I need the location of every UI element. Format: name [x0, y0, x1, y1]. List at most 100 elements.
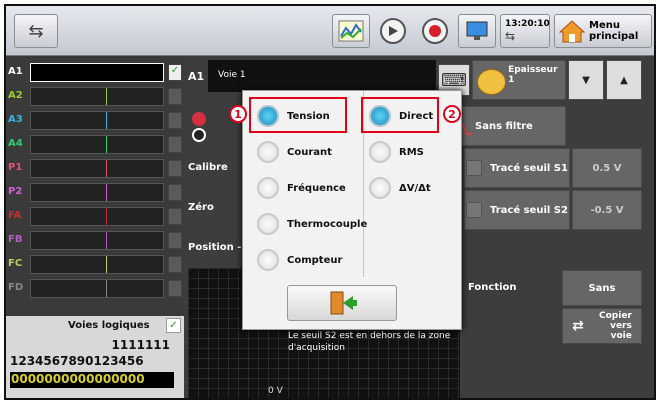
logic-channels-panel[interactable]: Voies logiques ✓ 1111111 123456789012345…: [6, 316, 184, 398]
channel-row-fc[interactable]: FC: [6, 253, 184, 276]
channel-label: P2: [8, 186, 23, 197]
channel-preview: [30, 231, 164, 250]
channel-row-a2[interactable]: A2: [6, 85, 184, 108]
channel-preview: [30, 87, 164, 106]
channel-checkbox[interactable]: [168, 232, 182, 249]
logic-row-3: 0000000000000000: [10, 372, 174, 388]
channel-row-fd[interactable]: FD: [6, 277, 184, 300]
channel-checkbox[interactable]: [168, 256, 182, 273]
threshold-s2-label: Tracé seuil S2: [490, 204, 568, 216]
channel-checkbox[interactable]: [168, 88, 182, 105]
record-icon: [429, 25, 441, 37]
copy-to-channel-button[interactable]: ⇄ Copier vers voie: [562, 308, 642, 344]
channel-checkbox[interactable]: [168, 160, 182, 177]
coupling-option-rms[interactable]: RMS: [369, 137, 424, 167]
threshold-s1-value[interactable]: 0.5 V: [572, 148, 642, 188]
channel-preview: [30, 183, 164, 202]
channel-checkbox[interactable]: [168, 280, 182, 297]
logic-title: Voies logiques: [68, 320, 150, 331]
channel-checkbox[interactable]: [168, 112, 182, 129]
clock-panel: 13:20:10 ⇆: [500, 14, 550, 48]
warning-text: Le seuil S2 est en dehors de la zone d'a…: [288, 331, 451, 353]
threshold-s1-toggle[interactable]: Tracé seuil S1: [464, 148, 570, 188]
channel-name-field[interactable]: Voie 1: [208, 60, 436, 92]
channel-checkbox[interactable]: ✓: [168, 64, 182, 81]
thickness-label: Epaisseur 1: [508, 65, 558, 85]
channel-checkbox[interactable]: [168, 136, 182, 153]
logic-checkbox[interactable]: ✓: [166, 318, 181, 333]
coupling-option-dvdt[interactable]: ΔV/Δt: [369, 173, 431, 203]
channel-row-p2[interactable]: P2: [6, 181, 184, 204]
channel-label: A1: [8, 66, 23, 77]
thickness-button[interactable]: Epaisseur 1: [472, 60, 566, 100]
filter-button[interactable]: Sans filtre: [446, 106, 566, 146]
threshold-s2-value[interactable]: -0.5 V: [572, 190, 642, 230]
channel-label: A2: [8, 90, 23, 101]
keyboard-icon: ⌨: [441, 69, 467, 91]
arrow-up-icon: ▲: [620, 74, 628, 86]
threshold-s2-toggle[interactable]: Tracé seuil S2: [464, 190, 570, 230]
radio-icon: [257, 213, 279, 235]
channel-preview: [30, 111, 164, 130]
channel-preview: [30, 255, 164, 274]
annotation-marker-1: 1: [229, 105, 247, 123]
chart-view-button[interactable]: [332, 14, 370, 48]
app-window: ⇆ 13:20:10 ⇆ Menu principal A1 ✓ A2 A3 A…: [4, 4, 656, 400]
annotation-marker-2: 2: [443, 105, 461, 123]
selected-channel: A1: [188, 70, 205, 83]
channel-checkbox[interactable]: [168, 208, 182, 225]
highlight-direct: [361, 97, 439, 133]
channel-preview: [30, 135, 164, 154]
probe-icon: [192, 112, 206, 126]
threshold-s1-value-text: 0.5 V: [592, 162, 622, 174]
radio-icon: [369, 177, 391, 199]
ground-icon: [192, 128, 206, 142]
chart-icon: [338, 20, 364, 42]
channel-list: A1 ✓ A2 A3 A4 P1 P2 FA FB FC FD Voies lo…: [6, 56, 184, 398]
record-button[interactable]: [416, 14, 454, 48]
copy-icon: ⇄: [572, 318, 584, 334]
channel-preview: [30, 279, 164, 298]
usb-status-button[interactable]: ⇆: [14, 14, 58, 48]
usb-icon: ⇆: [28, 20, 44, 42]
clock-time: 13:20:10: [505, 19, 550, 29]
channel-row-a1[interactable]: A1 ✓: [6, 61, 184, 84]
channel-row-a4[interactable]: A4: [6, 133, 184, 156]
mode-label: Compteur: [287, 254, 343, 266]
channel-label: P1: [8, 162, 23, 173]
threshold-s2-value-text: -0.5 V: [590, 204, 624, 216]
radio-icon: [257, 177, 279, 199]
channel-label: FD: [8, 282, 24, 293]
copy-label: Copier vers voie: [599, 311, 632, 341]
scroll-down-button[interactable]: ▼: [568, 60, 604, 100]
channel-row-p1[interactable]: P1: [6, 157, 184, 180]
monitor-icon: [466, 21, 488, 40]
channel-row-fb[interactable]: FB: [6, 229, 184, 252]
threshold-s1-checkbox[interactable]: [466, 160, 483, 176]
screen-button[interactable]: [458, 14, 496, 48]
palette-icon: [477, 69, 507, 95]
channel-row-a3[interactable]: A3: [6, 109, 184, 132]
channel-preview: [30, 207, 164, 226]
scroll-up-button[interactable]: ▲: [606, 60, 642, 100]
threshold-s2-checkbox[interactable]: [466, 202, 483, 218]
channel-row-fa[interactable]: FA: [6, 205, 184, 228]
top-toolbar: ⇆ 13:20:10 ⇆ Menu principal: [6, 6, 654, 56]
exit-button[interactable]: [287, 285, 397, 321]
channel-checkbox[interactable]: [168, 184, 182, 201]
annotation-number: 1: [234, 107, 242, 121]
main-menu-button[interactable]: Menu principal: [554, 14, 652, 48]
zero-label: Zéro: [188, 202, 214, 213]
exit-door-icon: [330, 291, 357, 315]
mode-option-thermocouple[interactable]: Thermocouple: [257, 209, 367, 239]
input-type-popup: Tension Courant Fréquence Thermocouple C…: [229, 90, 462, 330]
play-button[interactable]: [374, 14, 412, 48]
coupling-label: RMS: [399, 146, 424, 158]
highlight-tension: [249, 97, 347, 133]
function-button[interactable]: Sans: [562, 270, 642, 306]
mode-option-courant[interactable]: Courant: [257, 137, 332, 167]
mode-option-compteur[interactable]: Compteur: [257, 245, 342, 275]
network-icon: ⇆: [505, 29, 516, 43]
mode-option-frequence[interactable]: Fréquence: [257, 173, 346, 203]
filter-label: Sans filtre: [475, 120, 533, 132]
